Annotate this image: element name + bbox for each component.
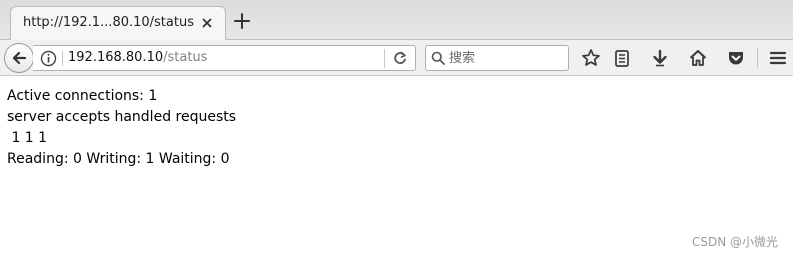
reload-icon[interactable] xyxy=(392,50,408,66)
close-icon[interactable] xyxy=(199,15,215,31)
search-bar[interactable] xyxy=(425,45,569,71)
status-line-counts: 1 1 1 xyxy=(7,130,48,146)
status-line-active-connections: Active connections: 1 xyxy=(7,88,158,104)
reading-list-icon[interactable] xyxy=(612,48,632,68)
page-content: Active connections: 1 server accepts han… xyxy=(7,86,236,170)
pocket-icon[interactable] xyxy=(726,48,746,68)
watermark: CSDN @小微光 xyxy=(691,235,778,249)
url-host: 192.168.80.10 xyxy=(68,50,164,65)
tab-strip: http://192.1...80.10/status xyxy=(0,0,793,40)
downloads-icon[interactable] xyxy=(650,48,670,68)
home-icon[interactable] xyxy=(688,48,708,68)
search-icon xyxy=(431,51,445,65)
reload-separator xyxy=(384,49,385,68)
status-line-header: server accepts handled requests xyxy=(7,109,237,125)
url-path: /status xyxy=(163,50,208,65)
address-bar[interactable]: 192.168.80.10/status xyxy=(33,45,416,71)
new-tab-plus-icon[interactable] xyxy=(232,11,252,31)
menu-icon[interactable] xyxy=(768,48,788,68)
tab-title: http://192.1...80.10/status xyxy=(23,15,194,30)
toolbar-separator xyxy=(757,48,758,68)
search-input[interactable] xyxy=(449,47,564,69)
back-arrow-icon xyxy=(12,51,27,65)
status-line-reading-writing-waiting: Reading: 0 Writing: 1 Waiting: 0 xyxy=(7,151,230,167)
navigation-bar: 192.168.80.10/status xyxy=(0,40,793,76)
url-separator xyxy=(62,51,63,66)
back-button[interactable] xyxy=(4,43,34,73)
info-icon[interactable] xyxy=(40,50,57,67)
tab-active[interactable]: http://192.1...80.10/status xyxy=(10,6,226,40)
url-text[interactable]: 192.168.80.10/status xyxy=(68,50,207,65)
bookmark-star-icon[interactable] xyxy=(581,48,601,68)
